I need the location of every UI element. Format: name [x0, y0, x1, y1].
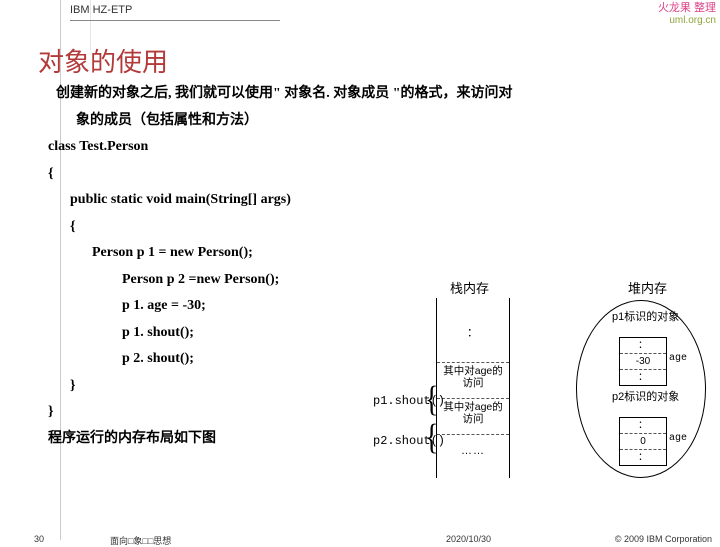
intro-line2: 象的成员（包括属性和方法）: [48, 109, 668, 134]
obj1-value: -30: [620, 354, 666, 370]
stack-label: 栈内存: [450, 278, 489, 297]
brace-p2: {: [425, 417, 438, 459]
code-class: class Test.Person: [48, 135, 668, 160]
stack-ellipsis-bottom: ……: [437, 446, 509, 457]
obj2-row-bot: ：: [620, 450, 666, 465]
obj1-age: age: [669, 353, 687, 364]
footer-topic: 面向□象□□思想: [110, 534, 171, 547]
code-open2: {: [48, 215, 668, 240]
intro-line1: 创建新的对象之后, 我们就可以使用" 对象名. 对象成员 "的格式，来访问对: [48, 82, 668, 107]
header-underline: [70, 20, 280, 21]
code-p1new: Person p 1 = new Person();: [48, 241, 668, 266]
brace-p1: {: [425, 379, 438, 421]
obj2-age: age: [669, 433, 687, 444]
stack-cell-p2: 其中对age的访问: [437, 399, 509, 435]
footer-date: 2020/10/30: [446, 534, 491, 544]
page-number: 30: [34, 534, 44, 544]
heap-obj-p1: ： -30 ：: [619, 337, 667, 386]
obj2-label: p2标识的对象: [612, 388, 679, 404]
obj1-row-bot: ：: [620, 370, 666, 385]
watermark: 火龙果 整理 uml.org.cn: [658, 2, 716, 27]
stack-box: ： 其中对age的访问 其中对age的访问 …… p1.shout() p2.s…: [436, 298, 510, 478]
obj2-value: 0: [620, 434, 666, 450]
code-main: public static void main(String[] args): [48, 188, 668, 213]
stack-ellipsis-top: ：: [437, 328, 509, 339]
memory-diagram: 栈内存 堆内存 ： 其中对age的访问 其中对age的访问 …… p1.shou…: [376, 278, 716, 498]
stack-cell-p1: 其中对age的访问: [437, 363, 509, 399]
watermark-line2: uml.org.cn: [658, 15, 716, 27]
obj1-label: p1标识的对象: [612, 308, 679, 324]
heap-obj-p2: ： 0 ：: [619, 417, 667, 466]
obj2-row-top: ：: [620, 418, 666, 434]
obj1-row-top: ：: [620, 338, 666, 354]
header-project: IBM HZ-ETP: [70, 4, 132, 16]
watermark-line1: 火龙果 整理: [658, 2, 716, 15]
slide-title: 对象的使用: [38, 42, 168, 79]
footer-copyright: © 2009 IBM Corporation: [615, 534, 712, 544]
heap-label: 堆内存: [628, 278, 667, 297]
code-open1: {: [48, 162, 668, 187]
